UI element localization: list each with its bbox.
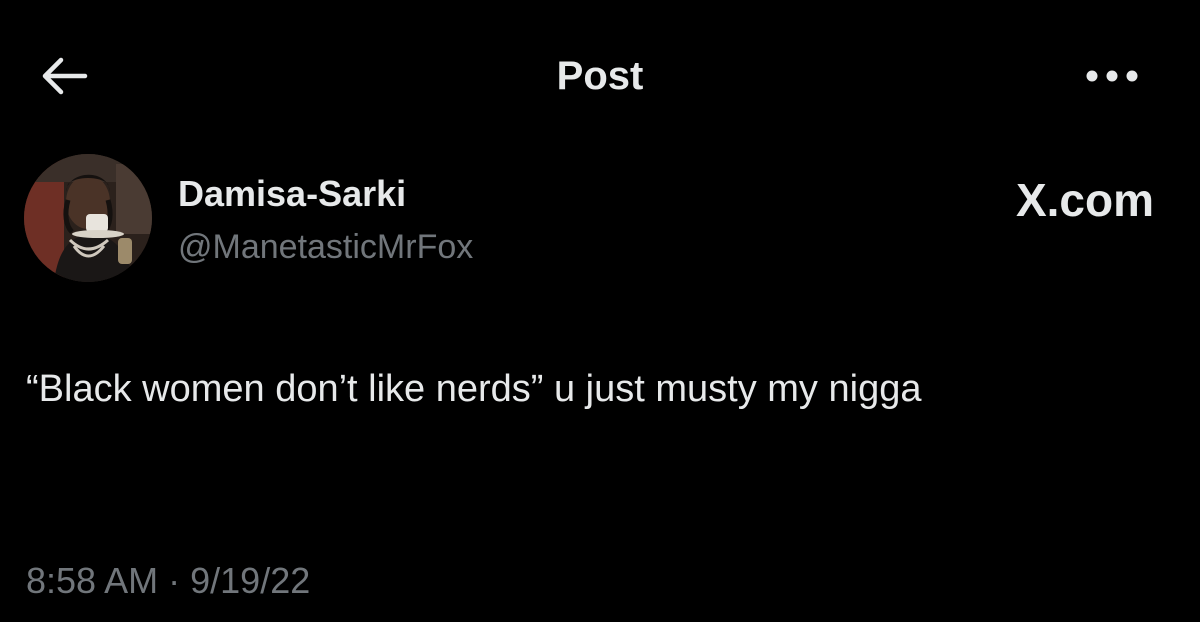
- x-com-watermark: X.com: [1015, 174, 1154, 226]
- post-time: 8:58 AM: [26, 560, 159, 601]
- post-text: “Black women don’t like nerds” u just mu…: [26, 368, 922, 410]
- meta-separator: ·: [168, 560, 181, 601]
- author-handle[interactable]: @ManetasticMrFox: [178, 226, 473, 268]
- avatar-photo: [24, 154, 152, 282]
- top-bar: Post: [0, 0, 1200, 150]
- page-title: Post: [556, 54, 644, 98]
- more-horizontal-icon: [1086, 70, 1138, 82]
- post-date: 9/19/22: [190, 560, 311, 601]
- author-display-name[interactable]: Damisa-Sarki: [178, 172, 406, 216]
- avatar[interactable]: [24, 154, 152, 282]
- post-timestamp[interactable]: 8:58 AM · 9/19/22: [26, 558, 310, 604]
- more-options-button[interactable]: [1082, 56, 1142, 96]
